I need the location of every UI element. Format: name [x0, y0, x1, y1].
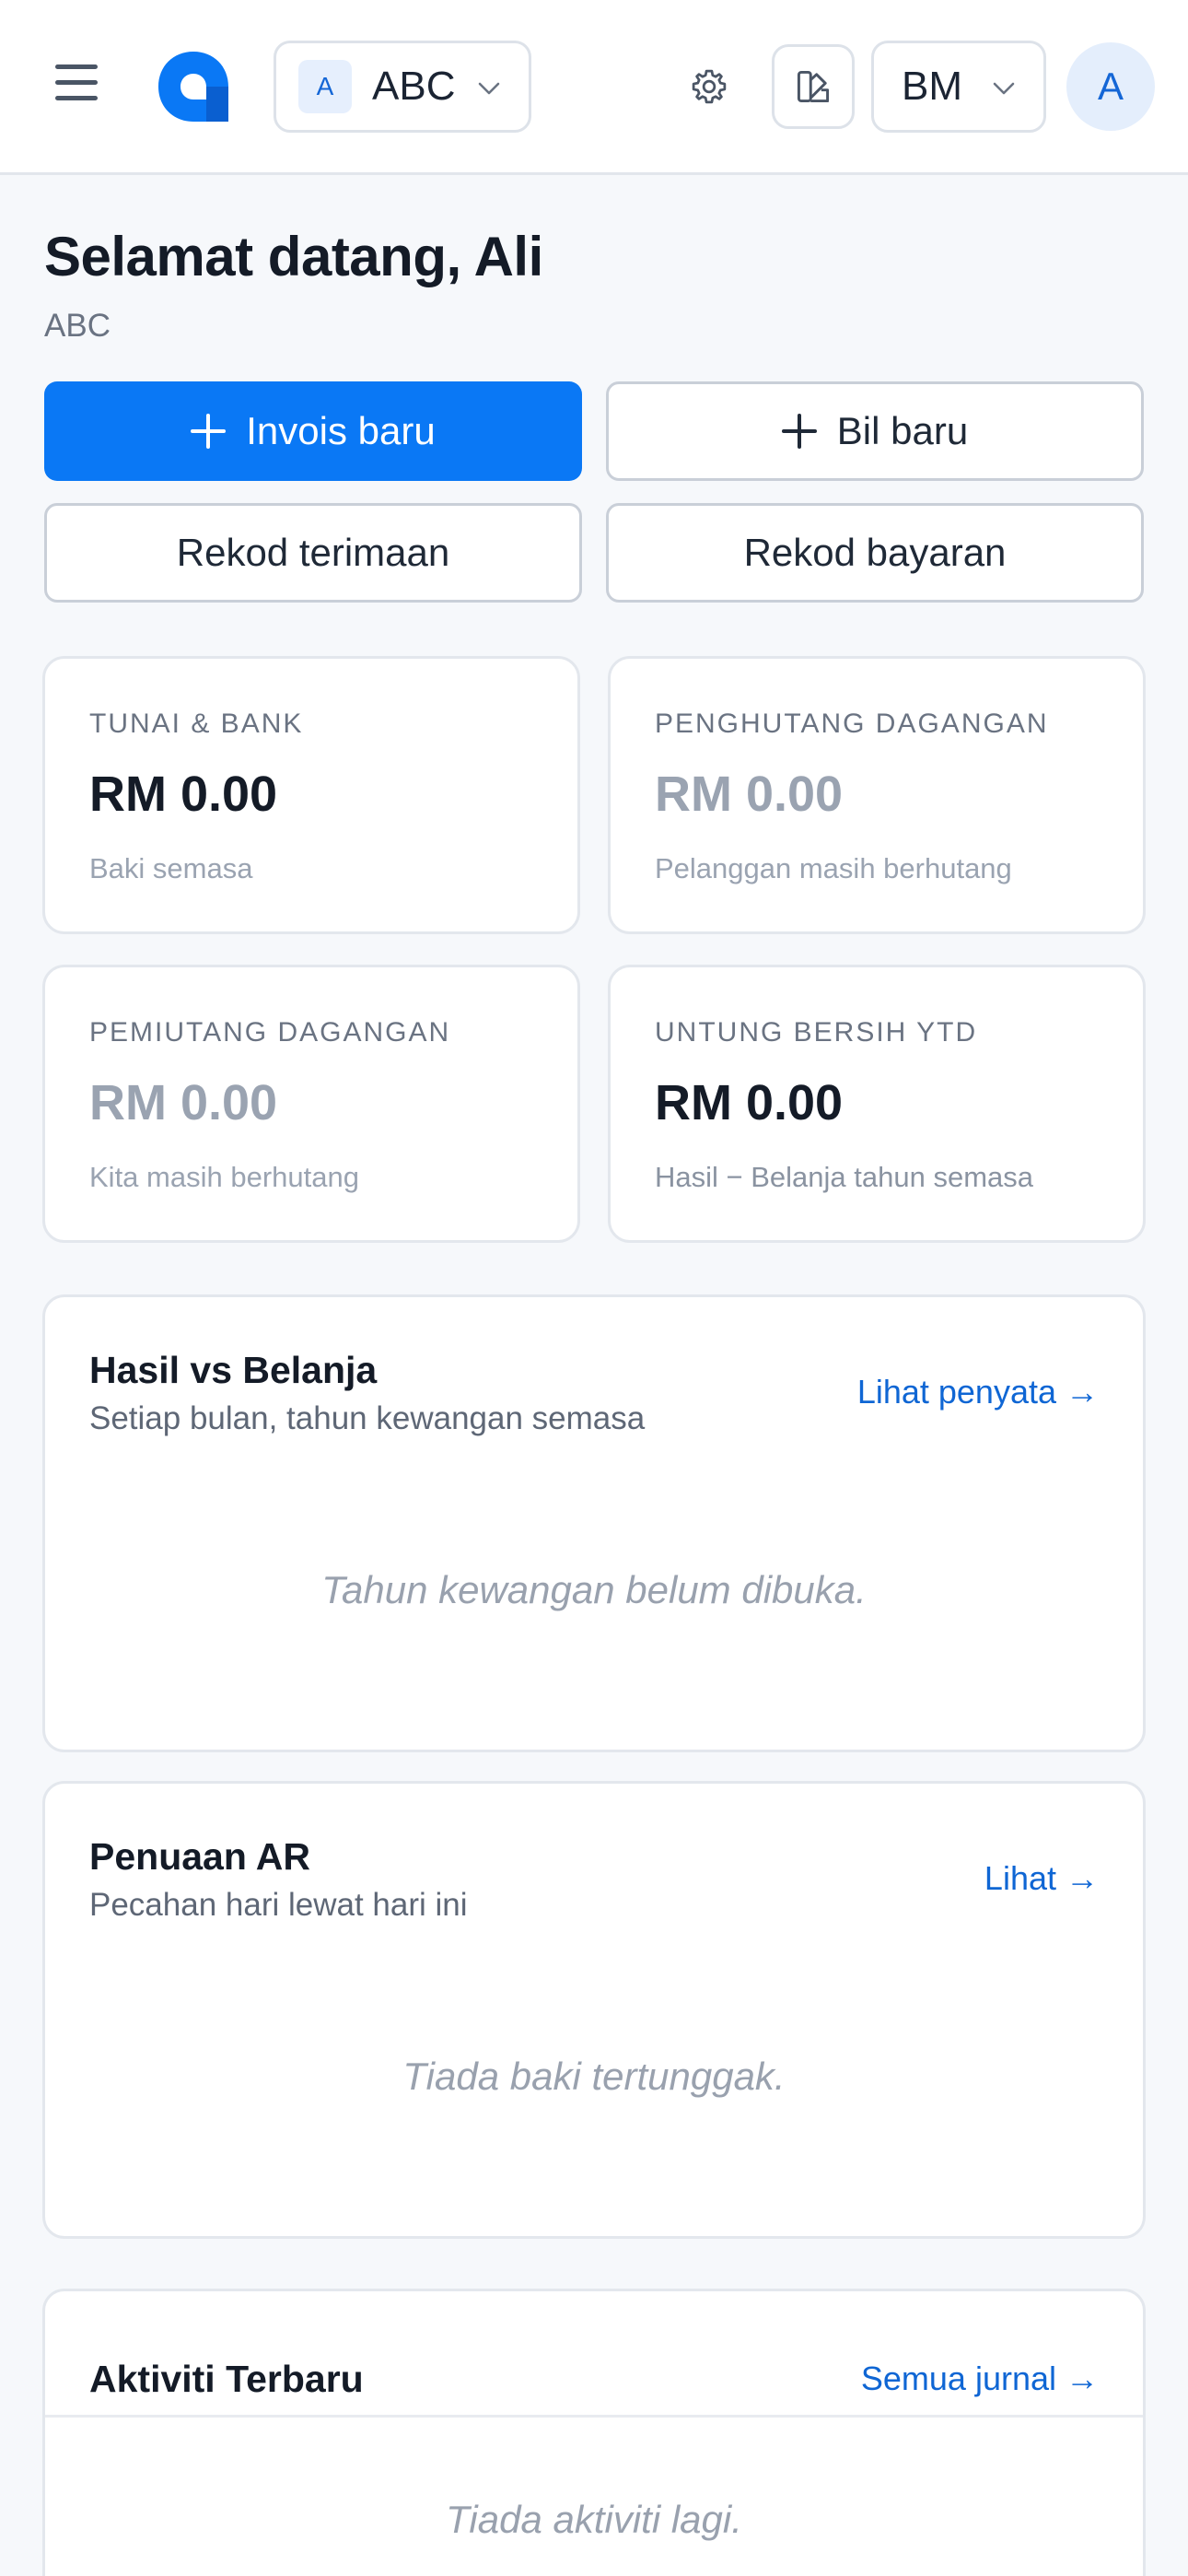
gear-icon	[692, 69, 727, 104]
stat-label: UNTUNG BERSIH YTD	[655, 1017, 978, 1048]
empty-state-message: Tiada baki tertunggak.	[402, 2055, 786, 2098]
plus-icon	[191, 414, 227, 449]
stat-value: RM 0.00	[89, 1075, 278, 1130]
theme-toggle-button[interactable]	[772, 44, 855, 129]
stat-value: RM 0.00	[89, 767, 278, 822]
settings-button[interactable]	[680, 57, 739, 116]
stat-subtitle: Baki semasa	[89, 852, 253, 884]
org-name: ABC	[372, 64, 456, 109]
record-payment-label: Rekod bayaran	[743, 531, 1007, 574]
panel-title: Aktiviti Terbaru	[89, 2358, 364, 2400]
page-title: Selamat datang, Ali	[44, 226, 543, 287]
hamburger-menu-icon[interactable]	[55, 64, 111, 111]
organization-switcher[interactable]: A ABC	[274, 41, 531, 133]
stat-card-receivables: PENGHUTANG DAGANGAN RM 0.00 Pelanggan ma…	[608, 656, 1146, 934]
empty-state-message: Tahun kewangan belum dibuka.	[321, 1568, 867, 1611]
stat-subtitle: Kita masih berhutang	[89, 1161, 359, 1193]
app-logo[interactable]	[155, 48, 232, 125]
stat-card-net-profit-ytd: UNTUNG BERSIH YTD RM 0.00 Hasil − Belanj…	[608, 965, 1146, 1243]
top-bar: A ABC BM A	[0, 0, 1188, 175]
panel-title: Penuaan AR	[89, 1835, 310, 1878]
org-subtitle: ABC	[44, 308, 111, 344]
empty-state-message: Tiada aktiviti lagi.	[446, 2498, 742, 2541]
panel-title: Hasil vs Belanja	[89, 1349, 378, 1391]
org-badge: A	[298, 60, 352, 113]
recent-activity-panel: Aktiviti Terbaru Semua jurnal → Tiada ak…	[42, 2289, 1146, 2576]
user-avatar[interactable]: A	[1066, 42, 1155, 131]
language-switcher[interactable]: BM	[871, 41, 1046, 133]
stat-value: RM 0.00	[655, 767, 844, 822]
new-bill-label: Bil baru	[836, 409, 969, 452]
stat-card-cash-bank: TUNAI & BANK RM 0.00 Baki semasa	[42, 656, 580, 934]
new-invoice-label: Invois baru	[246, 409, 436, 452]
all-journals-link[interactable]: Semua jurnal →	[861, 2359, 1099, 2398]
record-receipt-button[interactable]: Rekod terimaan	[44, 503, 582, 603]
stat-subtitle: Hasil − Belanja tahun semasa	[655, 1161, 1033, 1193]
new-invoice-button[interactable]: Invois baru	[44, 381, 582, 481]
chevron-down-icon	[993, 82, 1015, 95]
stat-subtitle: Pelanggan masih berhutang	[655, 852, 1012, 884]
ar-aging-panel: Penuaan AR Pecahan hari lewat hari ini L…	[42, 1781, 1146, 2239]
chevron-down-icon	[478, 82, 500, 95]
divider	[45, 2415, 1143, 2418]
view-aging-link[interactable]: Lihat →	[984, 1859, 1099, 1898]
record-payment-button[interactable]: Rekod bayaran	[606, 503, 1144, 603]
stat-label: PENGHUTANG DAGANGAN	[655, 708, 1049, 739]
stat-card-payables: PEMIUTANG DAGANGAN RM 0.00 Kita masih be…	[42, 965, 580, 1243]
record-receipt-label: Rekod terimaan	[176, 531, 450, 574]
stat-label: PEMIUTANG DAGANGAN	[89, 1017, 451, 1048]
language-label: BM	[902, 64, 962, 109]
income-expense-panel: Hasil vs Belanja Setiap bulan, tahun kew…	[42, 1294, 1146, 1752]
stat-value: RM 0.00	[655, 1075, 844, 1130]
plus-icon	[781, 414, 817, 449]
palette-icon	[797, 70, 830, 103]
new-bill-button[interactable]: Bil baru	[606, 381, 1144, 481]
view-statement-link[interactable]: Lihat penyata →	[857, 1373, 1099, 1411]
panel-subtitle: Setiap bulan, tahun kewangan semasa	[89, 1400, 646, 1436]
stat-label: TUNAI & BANK	[89, 708, 304, 739]
panel-subtitle: Pecahan hari lewat hari ini	[89, 1887, 468, 1923]
